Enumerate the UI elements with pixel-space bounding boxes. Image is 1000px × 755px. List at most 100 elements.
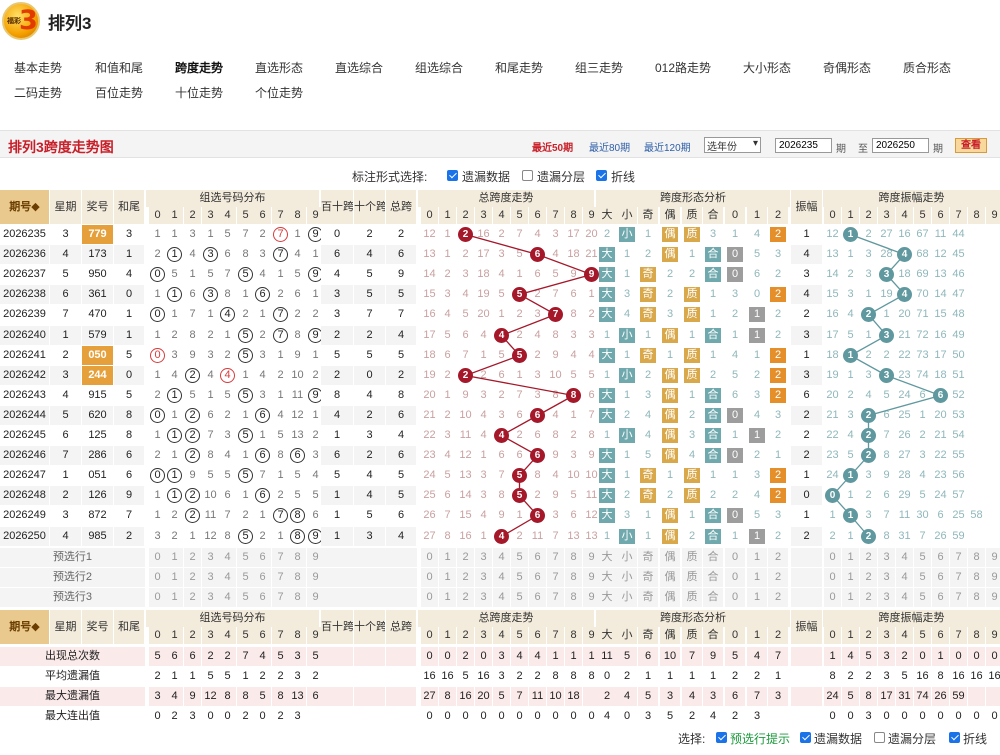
shape-col-header: 奇: [638, 627, 658, 644]
amp-trend-cell: 56: [952, 469, 965, 481]
stat-cell: 8: [219, 687, 236, 706]
amp-trend-cell: 8: [883, 530, 890, 542]
dist-cell: 7: [242, 228, 249, 240]
shape-cell: 3: [623, 288, 631, 300]
preview-cell: 9: [986, 568, 1000, 587]
amp-dot: 1: [843, 348, 858, 363]
stat-label: 出现总次数: [0, 647, 145, 666]
amp-trend-cell: 3: [847, 288, 854, 300]
amp-dot: 4: [897, 247, 912, 262]
preview-cell: 合: [703, 548, 723, 567]
stat-cell: 5: [660, 707, 680, 726]
amp-trend-cell: 73: [916, 349, 929, 361]
span-cell: 6: [444, 349, 451, 361]
dist-cell: 5: [238, 529, 253, 544]
amp-digit-header: 8: [968, 207, 985, 224]
span-cell: 2: [444, 268, 451, 280]
stat-cell: 1: [565, 647, 582, 666]
span-cell: 2: [588, 308, 595, 320]
stat-cell: 3: [289, 647, 306, 666]
issue-cell: 2026249: [0, 506, 49, 525]
amp-trend-cell: [968, 305, 985, 324]
week-cell: 7: [50, 446, 81, 465]
preview-cell: 3: [202, 588, 219, 607]
amp-dot: 2: [861, 307, 876, 322]
shape-cell: 偶: [662, 227, 678, 242]
col-shape-header: 跨度形态分析: [596, 610, 790, 627]
preview-cell: 3: [878, 548, 895, 567]
mod-cell: 1: [749, 328, 765, 343]
span-cell: 2: [516, 308, 523, 320]
shape-cell: 大: [599, 488, 615, 503]
preview-cell: 1: [439, 588, 456, 607]
span-digit-header: 6: [529, 627, 546, 644]
dist-cell: 8: [294, 329, 301, 341]
amp-cell: 1: [791, 466, 822, 485]
week-cell: 1: [50, 466, 81, 485]
stat-cell: 3: [747, 707, 767, 726]
shape-cell: 3: [688, 429, 696, 441]
stat-cell: 59: [950, 687, 967, 706]
amp-dot: 2: [861, 408, 876, 423]
mod-cell: 0: [727, 508, 743, 523]
dist-cell: 2: [242, 509, 249, 521]
span-cell: 6: [534, 268, 541, 280]
amp-dot: 1: [843, 508, 858, 523]
stat-cell: 1: [682, 667, 702, 686]
shape-cell: 奇: [640, 488, 656, 503]
dist-cell: 2: [242, 308, 249, 320]
preview-cell: 2: [457, 548, 474, 567]
bottom-checkbox[interactable]: [949, 732, 960, 743]
stat-cell: 1: [824, 647, 841, 666]
dist-cell: 7: [273, 508, 288, 523]
dist-cell: 8: [277, 449, 284, 461]
shape-col-header: 小: [617, 207, 637, 224]
stat-cell: 10: [660, 647, 680, 666]
dist-cell: 2: [294, 308, 301, 320]
span-dot: 5: [512, 468, 527, 483]
amp-trend-cell: [986, 305, 1000, 324]
dist-cell: 4: [259, 369, 266, 381]
dist-cell: 1: [171, 449, 178, 461]
stat-cell: 2: [860, 667, 877, 686]
stat-cell: [791, 667, 822, 686]
week-cell: 3: [50, 366, 81, 385]
stat-cell: 16: [475, 667, 492, 686]
shape-cell: 2: [644, 369, 652, 381]
dist-digit-header: 7: [272, 627, 289, 644]
bottom-checkbox[interactable]: [716, 732, 727, 743]
preview-cell: 0: [149, 548, 166, 567]
amp-dot: 3: [879, 267, 894, 282]
dist-cell: 1: [207, 389, 214, 401]
shape-cell: 1: [603, 530, 611, 542]
amp-trend-cell: 3: [865, 469, 872, 481]
tail-cell: 6: [114, 466, 144, 485]
preview-cell: 3: [202, 568, 219, 587]
dist-cell: 6: [189, 288, 196, 300]
dist-cell: 0: [150, 307, 165, 322]
dist-cell: 9: [294, 349, 301, 361]
stat-cell: 74: [914, 687, 931, 706]
amp-trend-cell: 27: [898, 449, 911, 461]
shape-cell: 质: [684, 227, 700, 242]
bottom-checkbox[interactable]: [800, 732, 811, 743]
preview-cell: 0: [421, 588, 438, 607]
stat-cell: 0: [597, 667, 617, 686]
span-cell: 1: [516, 369, 523, 381]
bottom-checkbox[interactable]: [874, 732, 885, 743]
dist-cell: 1: [189, 530, 196, 542]
span-cell: 1: [516, 509, 523, 521]
preview-empty: [791, 588, 822, 607]
preview-cell: 奇: [638, 548, 658, 567]
dist-cell: 1: [154, 228, 161, 240]
amp-trend-cell: 2: [829, 530, 836, 542]
span-cell: 7: [516, 228, 523, 240]
span-cell: 22: [423, 429, 436, 441]
dist-digit-header: 7: [272, 207, 289, 224]
shape-cell: 质: [684, 348, 700, 363]
stat-cell: 13: [289, 687, 306, 706]
span-digit-header: 7: [547, 207, 564, 224]
amp-trend-cell: [986, 346, 1000, 365]
shape-cell: 合: [705, 529, 721, 544]
span-cell: 14: [459, 489, 472, 501]
